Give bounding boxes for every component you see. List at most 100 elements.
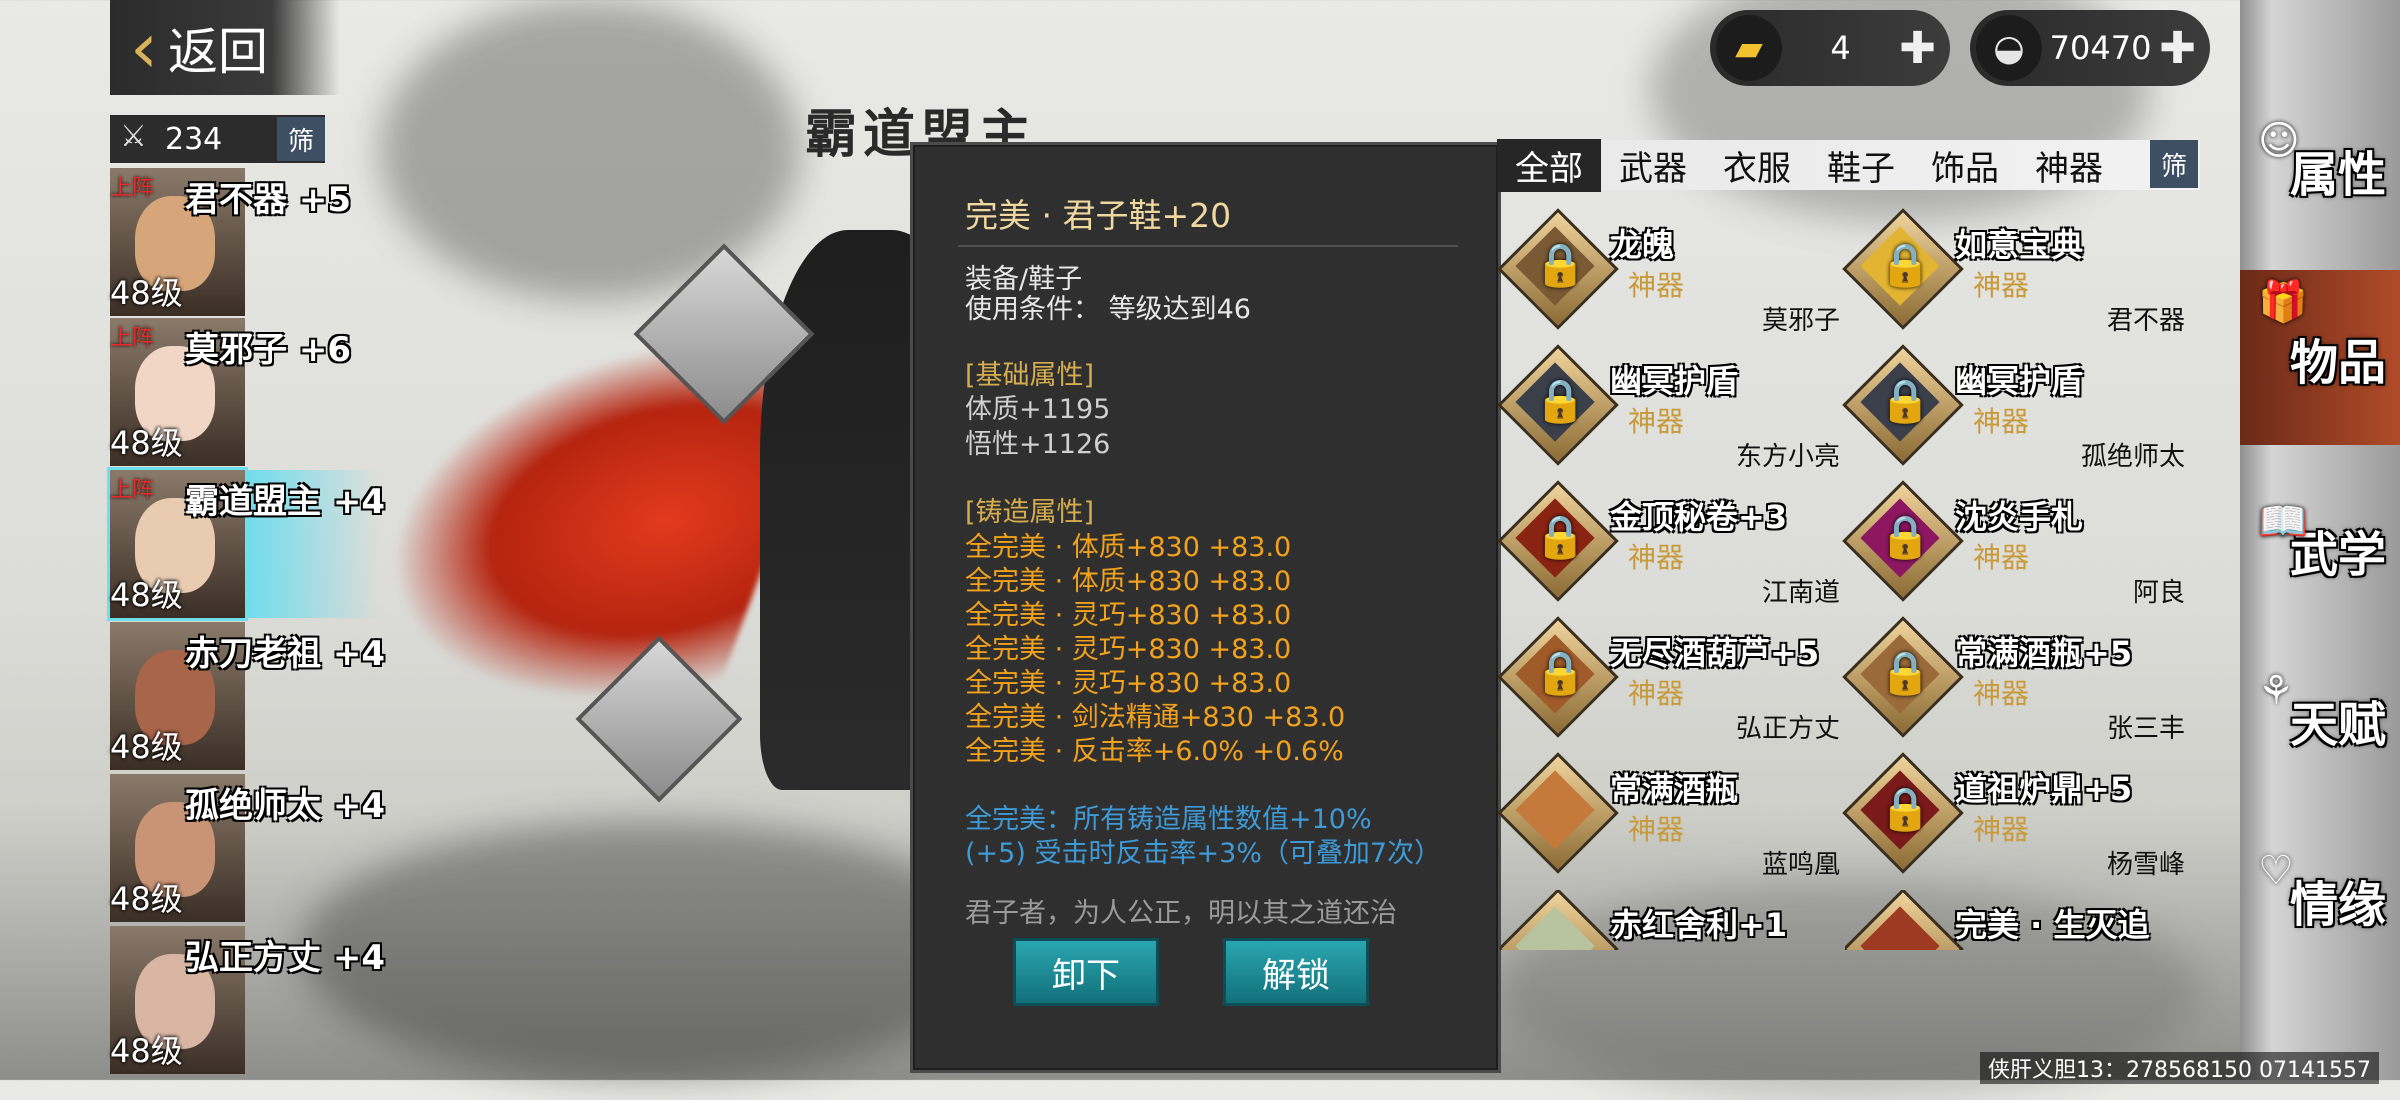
nav-items[interactable]: 🎁 物品 <box>2240 270 2400 445</box>
hero-deployed-tag: 上阵 <box>110 326 155 351</box>
item-card[interactable]: 🔒 常满酒瓶+5 神器 张三丰 <box>1842 616 2185 746</box>
forge-stats-header: [铸造属性] <box>965 497 1095 528</box>
item-type: 神器 <box>1628 541 1685 574</box>
item-card[interactable]: 赤红舍利+1 <box>1500 890 1840 950</box>
tab-all[interactable]: 全部 <box>1497 138 1601 192</box>
item-type: 神器 <box>1973 269 2030 302</box>
item-card[interactable]: 完美 · 生灭追 <box>1845 890 2185 950</box>
item-card[interactable]: 🔒 无尽酒葫芦+5 神器 弘正方丈 <box>1497 616 1840 746</box>
item-owner: 孤绝师太 <box>2080 442 2185 472</box>
item-type: 神器 <box>1973 541 2030 574</box>
lock-icon: 🔒 <box>1879 240 1932 289</box>
tab-shoes[interactable]: 鞋子 <box>1809 141 1913 190</box>
item-card[interactable]: 🔒 道祖炉鼎+5 神器 杨雪峰 <box>1842 752 2185 882</box>
hero-name: 莫邪子 +6 <box>185 330 351 370</box>
hero-filter-bar: ⚔ 234 筛 <box>110 115 325 163</box>
ink-bamboo-left <box>380 0 800 300</box>
item-name: 常满酒瓶 <box>1610 770 1739 808</box>
item-owner: 阿良 <box>2132 578 2185 608</box>
item-name: 道祖炉鼎+5 <box>1955 770 2133 808</box>
item-card[interactable]: 🔒 龙魄 神器 莫邪子 <box>1497 208 1840 338</box>
item-filter-button[interactable]: 筛 <box>2150 140 2198 188</box>
item-card[interactable]: 🔒 幽冥护盾 神器 孤绝师太 <box>1842 344 2185 474</box>
item-name: 龙魄 <box>1610 226 1675 264</box>
add-silver-icon[interactable]: ✚ <box>2159 23 2196 74</box>
hero-name: 孤绝师太 +4 <box>185 786 385 826</box>
nav-bonds[interactable]: ♡ 情缘 <box>2240 840 2400 960</box>
item-owner: 杨雪峰 <box>2106 850 2185 880</box>
unlock-button[interactable]: 解锁 <box>1223 938 1369 1006</box>
lock-icon: 🔒 <box>1879 784 1932 833</box>
use-condition: 使用条件： 等级达到46 <box>965 294 1251 325</box>
set-bonus: (+5) 受击时反击率+3%（可叠加7次） <box>965 838 1442 869</box>
tab-weapon[interactable]: 武器 <box>1601 141 1705 190</box>
silver-currency: ◒ 70470 ✚ <box>1970 10 2210 86</box>
hero-name: 弘正方丈 +4 <box>185 938 385 978</box>
hero-level: 48级 <box>110 1032 183 1070</box>
hero-count-icon: ⚔ <box>120 119 147 154</box>
gold-ingot-icon: ▰ <box>1716 15 1782 81</box>
character-icon: ☺ <box>2258 118 2300 164</box>
nav-label: 天赋 <box>2289 697 2386 753</box>
account-watermark: 侠肝义胆13：278568150 07141557 <box>1980 1052 2379 1084</box>
item-owner: 江南道 <box>1761 578 1840 608</box>
lock-icon: 🔒 <box>1534 648 1587 697</box>
item-name: 无尽酒葫芦+5 <box>1610 634 1820 672</box>
lock-icon: 🔒 <box>1879 512 1932 561</box>
divider <box>958 245 1458 247</box>
silver-ingot-icon: ◒ <box>1976 15 2042 81</box>
item-detail-popup: 完美 · 君子鞋+20 装备/鞋子 使用条件： 等级达到46 [基础属性] 体质… <box>910 142 1501 1073</box>
hero-name: 霸道盟主 +4 <box>185 482 385 522</box>
hero-card[interactable]: 上阵 莫邪子 +6 48级 <box>110 318 400 466</box>
item-card[interactable]: 常满酒瓶 神器 蓝鸣凰 <box>1497 752 1840 882</box>
silver-value: 70470 <box>2049 29 2152 67</box>
hero-card[interactable]: 赤刀老祖 +4 48级 <box>110 622 400 770</box>
item-flavor-text: 君子者，为人公正，明以其之道还治 <box>965 898 1397 929</box>
lock-icon: 🔒 <box>1879 376 1932 425</box>
item-type: 神器 <box>1973 813 2030 846</box>
tab-artifact[interactable]: 神器 <box>2017 141 2121 190</box>
ink-ground <box>300 820 1000 1080</box>
hero-card[interactable]: 孤绝师太 +4 48级 <box>110 774 400 922</box>
hero-name: 君不器 +5 <box>185 180 351 220</box>
add-gold-icon[interactable]: ✚ <box>1899 23 1936 74</box>
hero-count: 234 <box>165 121 223 157</box>
lock-icon: 🔒 <box>1534 240 1587 289</box>
nav-attributes[interactable]: ☺ 属性 <box>2240 110 2400 230</box>
tab-accessory[interactable]: 饰品 <box>1913 141 2017 190</box>
back-button[interactable]: ‹ 返回 <box>110 0 340 95</box>
hero-filter-button[interactable]: 筛 <box>277 117 325 161</box>
gold-currency: ▰ 4 ✚ <box>1710 10 1950 86</box>
tab-clothes[interactable]: 衣服 <box>1705 141 1809 190</box>
item-card[interactable]: 🔒 如意宝典 神器 君不器 <box>1842 208 2185 338</box>
item-name: 沈炎手札 <box>1955 498 2084 536</box>
item-card[interactable]: 🔒 幽冥护盾 神器 东方小亮 <box>1497 344 1840 474</box>
item-card[interactable]: 🔒 金顶秘卷+3 神器 江南道 <box>1497 480 1840 610</box>
item-name: 如意宝典 <box>1955 226 2084 264</box>
unequip-button[interactable]: 卸下 <box>1013 938 1159 1006</box>
item-name: 金顶秘卷+3 <box>1610 498 1788 536</box>
item-card[interactable]: 🔒 沈炎手札 神器 阿良 <box>1842 480 2185 610</box>
hero-level: 48级 <box>110 880 183 918</box>
base-stat: 悟性+1126 <box>965 429 1111 460</box>
item-name: 完美 · 生灭追 <box>1955 906 2150 944</box>
item-type: 神器 <box>1628 677 1685 710</box>
hero-level: 48级 <box>110 274 183 312</box>
hero-card[interactable]: 弘正方丈 +4 48级 <box>110 926 400 1074</box>
item-type: 神器 <box>1973 677 2030 710</box>
chevron-left-icon: ‹ <box>130 6 158 89</box>
item-type: 神器 <box>1628 813 1685 846</box>
item-owner: 莫邪子 <box>1761 306 1840 336</box>
nav-label: 情缘 <box>2289 877 2386 933</box>
nav-martial-arts[interactable]: 📖 武学 <box>2240 490 2400 610</box>
hero-card[interactable]: 上阵 君不器 +5 48级 <box>110 168 400 316</box>
nav-talent[interactable]: ⚘ 天赋 <box>2240 660 2400 780</box>
item-owner: 东方小亮 <box>1735 442 1840 472</box>
side-nav: ☺ 属性 🎁 物品 📖 武学 ⚘ 天赋 ♡ 情缘 <box>2240 0 2400 1080</box>
hero-deployed-tag: 上阵 <box>110 478 155 503</box>
gold-value: 4 <box>1830 29 1851 67</box>
gift-box-icon: 🎁 <box>2258 279 2308 325</box>
scroll-book-icon: 📖 <box>2258 499 2308 545</box>
hero-card-selected[interactable]: 上阵 霸道盟主 +4 48级 <box>110 470 400 618</box>
item-name: 常满酒瓶+5 <box>1955 634 2133 672</box>
